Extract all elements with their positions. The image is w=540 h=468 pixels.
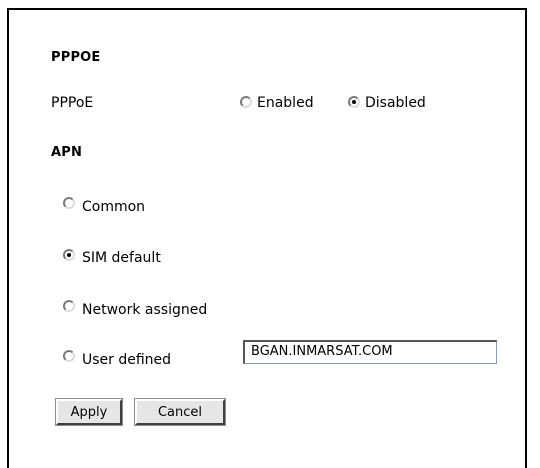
pppoe-field-label: PPPoE	[51, 95, 94, 111]
apn-common-label[interactable]: Common	[82, 199, 145, 215]
apn-section-heading: APN	[51, 145, 83, 160]
pppoe-enabled-radio[interactable]	[240, 96, 252, 108]
apn-user-defined-radio[interactable]	[63, 350, 75, 362]
apn-network-assigned-label[interactable]: Network assigned	[82, 302, 207, 318]
pppoe-section-heading: PPPOE	[51, 50, 101, 65]
apn-user-defined-input[interactable]: BGAN.INMARSAT.COM	[243, 340, 497, 364]
apply-button[interactable]: Apply	[55, 398, 123, 426]
pppoe-enabled-label[interactable]: Enabled	[257, 95, 314, 111]
apn-common-radio[interactable]	[63, 197, 75, 209]
apn-sim-default-radio[interactable]	[63, 249, 75, 261]
pppoe-disabled-label[interactable]: Disabled	[365, 95, 426, 111]
apn-user-defined-label[interactable]: User defined	[82, 352, 171, 368]
apn-sim-default-label[interactable]: SIM default	[82, 250, 161, 266]
pppoe-disabled-radio[interactable]	[348, 96, 360, 108]
apn-network-assigned-radio[interactable]	[63, 300, 75, 312]
cancel-button[interactable]: Cancel	[134, 398, 226, 426]
